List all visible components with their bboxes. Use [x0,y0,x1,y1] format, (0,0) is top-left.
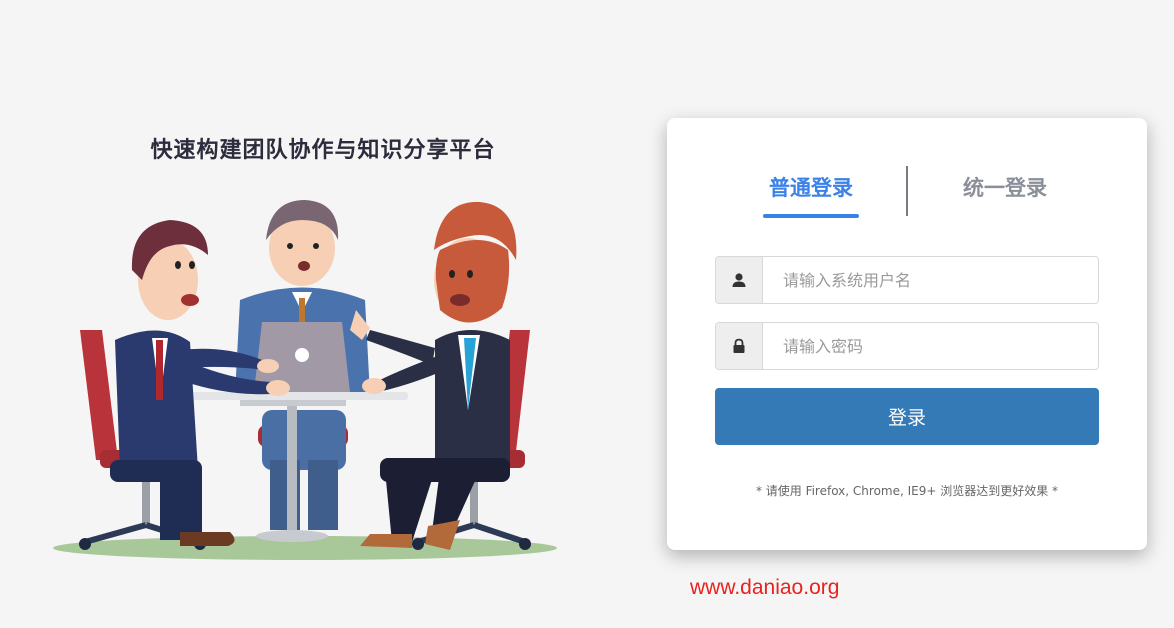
user-icon [716,257,763,303]
active-tab-indicator [763,214,859,218]
username-field-group [715,256,1099,304]
password-field-group [715,322,1099,370]
tab-normal-login[interactable]: 普通登录 [763,172,859,202]
team-meeting-illustration [53,200,557,560]
login-tabs: 普通登录 统一登录 [667,162,1147,222]
login-button[interactable]: 登录 [715,388,1099,445]
username-input[interactable] [763,257,1098,303]
password-input[interactable] [763,323,1098,369]
page-slogan: 快速构建团队协作与知识分享平台 [150,138,496,163]
browser-tip: * 请使用 Firefox, Chrome, IE9+ 浏览器达到更好效果 * [755,484,1059,498]
lock-icon [716,323,763,369]
watermark-text: www.daniao.org [690,576,840,599]
tab-divider [906,166,908,216]
login-card: 普通登录 统一登录 登录 * 请使用 Firefox, Chrome, IE9+… [667,118,1147,550]
hero-section: 快速构建团队协作与知识分享平台 [40,110,600,580]
tab-unified-login[interactable]: 统一登录 [957,172,1053,202]
